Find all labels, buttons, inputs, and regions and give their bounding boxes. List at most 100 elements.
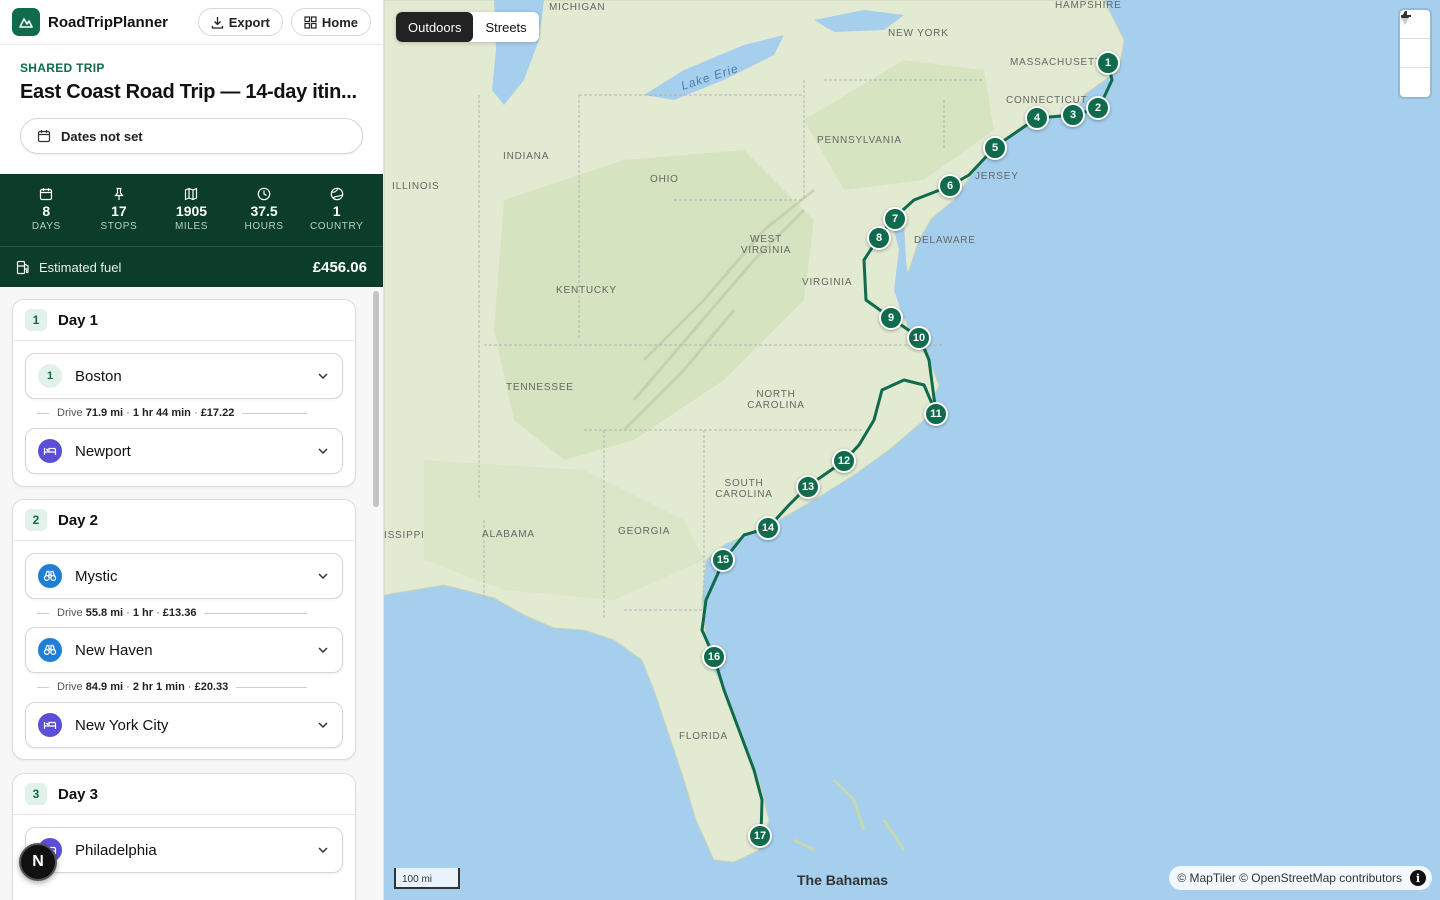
calendar-icon <box>39 186 53 202</box>
chevron-down-icon[interactable] <box>316 444 330 458</box>
route-marker[interactable]: 17 <box>748 824 772 848</box>
top-bar: RoadTripPlanner Export Home <box>0 0 383 45</box>
app-title[interactable]: RoadTripPlanner <box>48 14 168 31</box>
outdoors-layer-button[interactable]: Outdoors <box>396 12 474 42</box>
day-label: Day 2 <box>58 511 99 529</box>
compass-icon <box>1401 11 1409 25</box>
place-label: ALABAMA <box>482 529 535 540</box>
stop-item[interactable]: Newport <box>25 428 343 474</box>
export-button[interactable]: Export <box>197 8 283 36</box>
region-label: The Bahamas <box>797 872 889 888</box>
itinerary-list[interactable]: 1 Day 1 1 Boston Drive 71.9 mi · 1 hr 44… <box>0 287 383 900</box>
place-label: GEORGIA <box>618 526 671 537</box>
stop-name: Mystic <box>75 567 118 585</box>
chevron-down-icon[interactable] <box>316 718 330 732</box>
streets-layer-button[interactable]: Streets <box>473 12 538 42</box>
stop-item[interactable]: Mystic <box>25 553 343 599</box>
route-marker[interactable]: 5 <box>983 136 1007 160</box>
place-label: HAMPSHIRE <box>1055 0 1122 11</box>
day-number-badge: 2 <box>25 509 47 531</box>
drive-time: 2 hr 1 min <box>132 681 185 693</box>
dates-button[interactable]: Dates not set <box>20 118 363 154</box>
route-marker[interactable]: 10 <box>907 326 931 350</box>
stat-value: 1905 <box>175 203 208 219</box>
drive-segment: Drive 84.9 mi · 2 hr 1 min · £20.33 <box>37 679 307 695</box>
route-marker[interactable]: 1 <box>1096 51 1120 75</box>
trip-header: SHARED TRIP East Coast Road Trip — 14-da… <box>0 45 383 170</box>
route-marker[interactable]: 6 <box>938 174 962 198</box>
day-header[interactable]: 1 Day 1 <box>13 300 355 341</box>
place-label: MASSACHUSETTS <box>1010 57 1110 68</box>
app-logo-icon[interactable] <box>12 8 40 36</box>
day-header[interactable]: 3 Day 3 <box>13 774 355 815</box>
estimated-fuel-row: Estimated fuel £456.06 <box>0 246 383 287</box>
grid-icon <box>304 15 317 29</box>
binoculars-icon <box>38 564 62 588</box>
drive-distance: 84.9 mi <box>85 681 124 693</box>
stat-value: 17 <box>111 203 127 219</box>
route-marker[interactable]: 4 <box>1025 106 1049 130</box>
route-marker[interactable]: 16 <box>702 645 726 669</box>
drive-segment: Drive 55.8 mi · 1 hr · £13.36 <box>37 605 307 621</box>
drive-distance: 55.8 mi <box>85 607 124 619</box>
stat-label: COUNTRY <box>309 221 364 232</box>
map-icon <box>184 186 198 202</box>
place-label: DELAWARE <box>914 235 976 246</box>
info-icon[interactable]: i <box>1410 870 1426 886</box>
fuel-pump-icon <box>16 260 29 274</box>
place-label: PENNSYLVANIA <box>817 135 902 146</box>
day-header[interactable]: 2 Day 2 <box>13 500 355 541</box>
stop-item[interactable]: New York City <box>25 702 343 748</box>
floating-n-button[interactable]: N <box>19 843 57 881</box>
stop-item[interactable]: 1 Boston <box>25 353 343 399</box>
chevron-down-icon[interactable] <box>316 643 330 657</box>
map-view[interactable]: MICHIGAN NEW YORK HAMPSHIRE MASSACHUSETT… <box>384 0 1440 900</box>
stop-item[interactable]: Philadelphia <box>25 827 343 873</box>
route-marker[interactable]: 7 <box>883 207 907 231</box>
scale-bar: 100 mi <box>394 868 460 889</box>
place-label: FLORIDA <box>679 731 728 742</box>
route-marker[interactable]: 11 <box>924 402 948 426</box>
download-icon <box>211 16 223 29</box>
day-label: Day 3 <box>58 785 99 803</box>
globe-icon <box>330 186 344 202</box>
place-label: NEW YORK <box>888 28 949 39</box>
drive-cost: £20.33 <box>194 681 229 693</box>
stat-country: 1 COUNTRY <box>300 186 373 246</box>
chevron-down-icon[interactable] <box>316 369 330 383</box>
scrollbar[interactable] <box>373 291 379 507</box>
route-marker[interactable]: 9 <box>879 306 903 330</box>
route-marker[interactable]: 2 <box>1086 96 1110 120</box>
drive-prefix: Drive <box>57 681 83 693</box>
place-label: NORTH CAROLINA <box>747 389 805 411</box>
attribution-text[interactable]: © MapTiler © OpenStreetMap contributors <box>1177 871 1402 885</box>
place-label: JERSEY <box>975 171 1019 182</box>
trip-title: East Coast Road Trip — 14-day itin... <box>20 81 357 103</box>
route-marker[interactable]: 14 <box>756 516 780 540</box>
stop-item[interactable]: New Haven <box>25 627 343 673</box>
route-marker[interactable]: 13 <box>796 475 820 499</box>
stop-name: Newport <box>75 442 131 460</box>
route-marker[interactable]: 8 <box>867 226 891 250</box>
drive-time: 1 hr <box>132 607 154 619</box>
drive-cost: £13.36 <box>162 607 197 619</box>
route-marker[interactable]: 12 <box>832 449 856 473</box>
map-attribution: © MapTiler © OpenStreetMap contributors … <box>1169 866 1432 890</box>
compass-button[interactable] <box>1400 11 1430 97</box>
stat-value: 1 <box>332 203 341 219</box>
calendar-icon <box>37 130 51 143</box>
zoom-out-button[interactable] <box>1400 15 1430 68</box>
chevron-down-icon[interactable] <box>316 569 330 583</box>
home-button[interactable]: Home <box>290 8 371 36</box>
export-label: Export <box>228 14 270 30</box>
trip-stats-panel: 8 DAYS 17 STOPS 1905 MILES 37.5 HOURS 1 <box>0 174 383 287</box>
day-card: 2 Day 2 Mystic Drive 55.8 mi · 1 hr · £1… <box>12 499 356 760</box>
day-number-badge: 1 <box>25 309 47 331</box>
place-label: VIRGINIA <box>802 277 853 288</box>
map-canvas[interactable] <box>384 0 1440 900</box>
bed-icon <box>38 713 62 737</box>
chevron-down-icon[interactable] <box>316 843 330 857</box>
route-marker[interactable]: 15 <box>711 548 735 572</box>
day-number-badge: 3 <box>25 783 47 805</box>
route-marker[interactable]: 3 <box>1061 103 1085 127</box>
